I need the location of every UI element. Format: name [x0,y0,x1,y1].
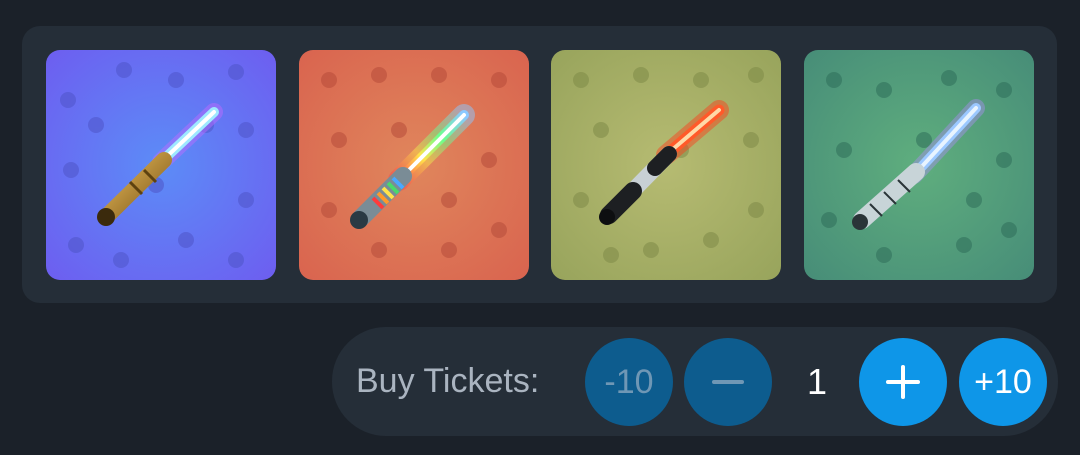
minus-icon [712,380,744,384]
plus-icon [886,365,920,399]
minus-10-button[interactable]: -10 [585,338,673,426]
item-card-blue-lightsaber[interactable] [46,50,276,280]
sketch-lightsaber-image [804,50,1034,280]
item-card-sketch-lightsaber[interactable] [804,50,1034,280]
item-card-rainbow-lightsaber[interactable] [299,50,529,280]
prize-items-panel [22,26,1057,303]
buy-tickets-bar: Buy Tickets: -10 1 +10 [332,327,1058,436]
blue-lightsaber-image [46,50,276,280]
red-lightsaber-image [551,50,781,280]
plus-10-button[interactable]: +10 [959,338,1047,426]
ticket-quantity: 1 [806,361,828,402]
increment-button[interactable] [859,338,947,426]
buy-tickets-label: Buy Tickets: [356,362,540,400]
item-card-red-lightsaber[interactable] [551,50,781,280]
rainbow-lightsaber-image [299,50,529,280]
decrement-button[interactable] [684,338,772,426]
